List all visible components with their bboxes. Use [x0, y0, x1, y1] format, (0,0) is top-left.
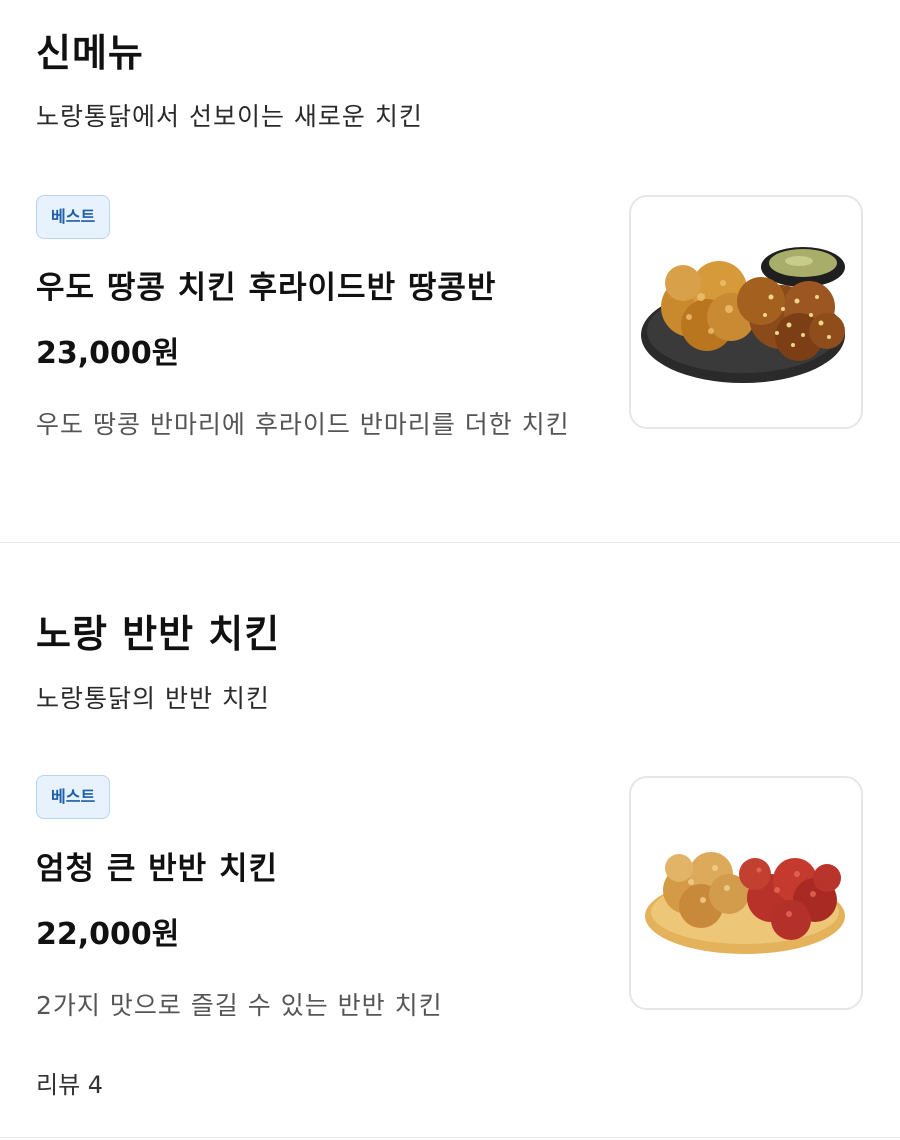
menu-item-price: 23,000원 — [36, 336, 180, 371]
menu-section-new: 신메뉴 노랑통닭에서 선보이는 새로운 치킨 베스트 우도 땅콩 치킨 후라이드… — [0, 0, 900, 542]
best-badge: 베스트 — [36, 775, 111, 819]
menu-item-big-half-half-chicken[interactable]: 베스트 엄청 큰 반반 치킨 22,000원 2가지 맛으로 즐길 수 있는 반… — [0, 543, 900, 1133]
menu-item-name: 엄청 큰 반반 치킨 — [36, 851, 279, 887]
menu-item-name: 우도 땅콩 치킨 후라이드반 땅콩반 — [36, 270, 497, 306]
menu-item-udo-peanut-chicken[interactable]: 베스트 우도 땅콩 치킨 후라이드반 땅콩반 23,000원 우도 땅콩 반마리… — [0, 0, 900, 542]
chicken-photo-icon — [645, 852, 845, 954]
section-divider — [0, 1137, 900, 1138]
menu-item-thumbnail — [629, 776, 863, 1010]
best-badge: 베스트 — [36, 195, 111, 239]
menu-section-half-half: 노랑 반반 치킨 노랑통닭의 반반 치킨 베스트 엄청 큰 반반 치킨 22,0… — [0, 543, 900, 1140]
chicken-photo-icon — [641, 247, 845, 383]
menu-item-thumbnail — [629, 195, 863, 429]
menu-item-description: 2가지 맛으로 즐길 수 있는 반반 치킨 — [36, 991, 443, 1020]
menu-item-description: 우도 땅콩 반마리에 후라이드 반마리를 더한 치킨 — [36, 410, 570, 439]
review-count: 리뷰 4 — [36, 1071, 104, 1099]
menu-item-price: 22,000원 — [36, 917, 180, 952]
